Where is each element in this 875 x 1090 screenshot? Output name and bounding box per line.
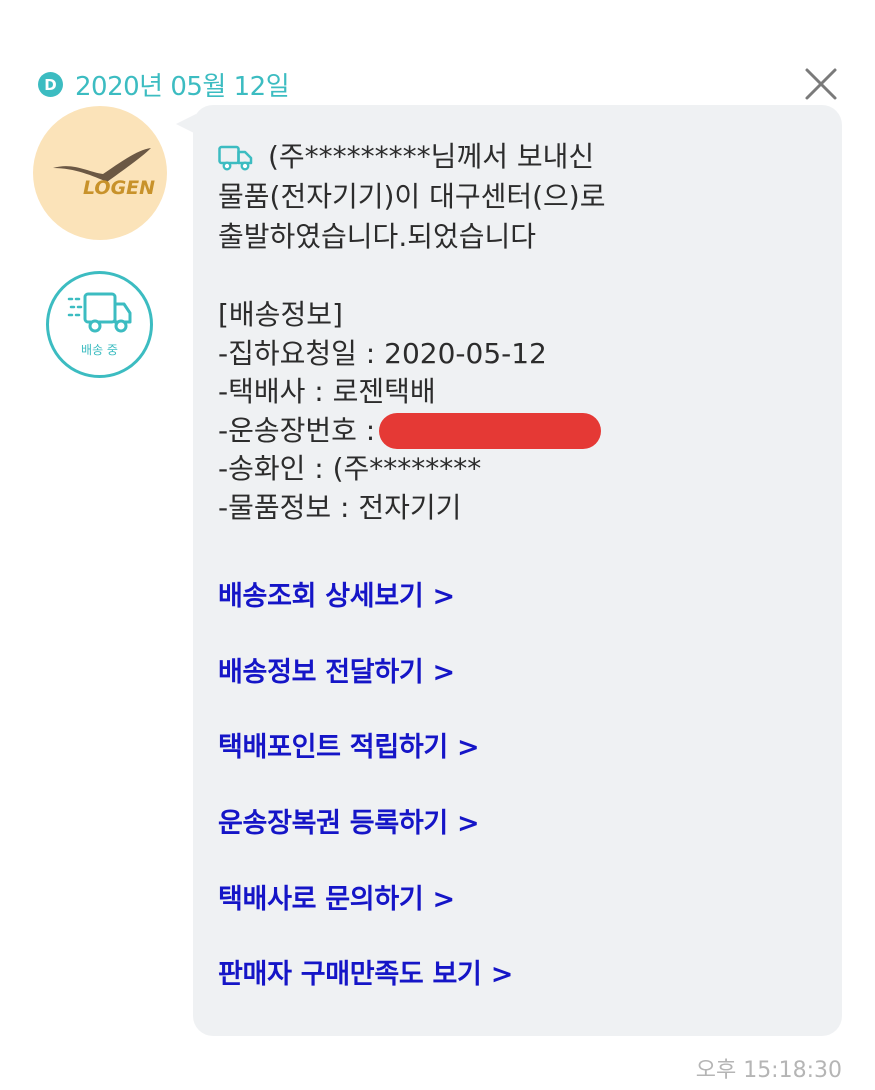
logen-logo-icon: LOGEN: [53, 148, 155, 199]
truck-icon: [218, 142, 254, 171]
link-seller-rating[interactable]: 판매자 구매만족도 보기 >: [218, 953, 828, 1029]
message-date: 2020년 05월 12일: [75, 72, 290, 102]
close-icon: [805, 68, 837, 100]
sender-avatar[interactable]: LOGEN: [33, 106, 167, 240]
message-timestamp: 오후 15:18:30: [695, 1058, 842, 1083]
status-label: 배송 중: [81, 343, 118, 357]
intro-text: (주*********님께서 보내신 물품(전자기기)이 대구센터(으)로 출발…: [218, 140, 606, 253]
courier-name: -택배사 : 로젠택배: [218, 375, 436, 408]
message-intro: (주*********님께서 보내신 물품(전자기기)이 대구센터(으)로 출발…: [218, 137, 828, 257]
item-info: -물품정보 : 전자기기: [218, 490, 462, 524]
section-title: [배송정보]: [218, 298, 343, 331]
link-tracking-details[interactable]: 배송조회 상세보기 >: [218, 575, 828, 651]
tracking-number-row: -운송장번호 :: [218, 412, 828, 451]
date-header: D 2020년 05월 12일: [38, 66, 290, 103]
action-links: 배송조회 상세보기 > 배송정보 전달하기 > 택배포인트 적립하기 > 운송장…: [218, 575, 828, 1029]
link-register-lottery[interactable]: 운송장복권 등록하기 >: [218, 802, 828, 878]
link-share-delivery-info[interactable]: 배송정보 전달하기 >: [218, 651, 828, 727]
link-contact-courier[interactable]: 택배사로 문의하기 >: [218, 878, 828, 954]
delivery-info: [배송정보] -집하요청일 : 2020-05-12 -택배사 : 로젠택배 -…: [218, 296, 828, 527]
tracking-label: -운송장번호 :: [218, 413, 376, 447]
d-badge-icon: D: [38, 72, 63, 97]
shipper: -송화인 : (주********: [218, 452, 482, 485]
delivery-status-badge: 배송 중: [46, 271, 153, 378]
pickup-date: -집하요청일 : 2020-05-12: [218, 336, 547, 370]
delivery-truck-icon: [67, 292, 131, 333]
logo-text: LOGEN: [83, 177, 155, 199]
redacted-tracking-number: [379, 412, 602, 449]
close-button[interactable]: [803, 66, 839, 102]
link-earn-points[interactable]: 택배포인트 적립하기 >: [218, 726, 828, 802]
